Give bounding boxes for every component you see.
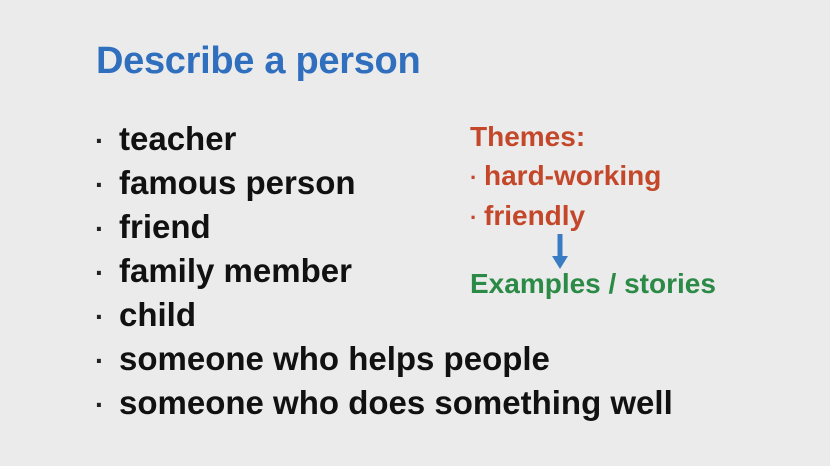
bullet-dot: · [95,389,105,420]
theme-item-label: hard-working [484,160,662,191]
list-item-label: someone who does something well [119,384,673,421]
themes-block: Themes: · hard-working · friendly [470,118,661,236]
examples-label: Examples / stories [470,268,716,299]
list-item: · someone who does something well [95,381,673,425]
themes-heading: Themes: [470,121,586,152]
list-item-label: child [119,296,197,333]
bullet-dot: · [95,169,105,200]
theme-item-label: friendly [484,200,586,231]
bullet-dot: · [95,345,105,376]
list-item-label: teacher [119,120,237,157]
list-item-label: famous person [119,164,356,201]
arrow-down-icon [552,234,568,269]
bullet-dot: · [470,165,478,190]
list-item: · someone who helps people [95,337,673,381]
bullet-dot: · [95,213,105,244]
bullet-dot: · [95,125,105,156]
slide-title: Describe a person [96,40,421,82]
theme-item: · friendly [470,196,661,236]
theme-item: · hard-working [470,156,661,196]
slide: Describe a person · teacher · famous perso… [0,0,830,466]
list-item-label: someone who helps people [119,340,550,377]
list-item-label: family member [119,252,352,289]
bullet-dot: · [470,205,478,230]
bullet-dot: · [95,301,105,332]
list-item-label: friend [119,208,211,245]
bullet-dot: · [95,257,105,288]
